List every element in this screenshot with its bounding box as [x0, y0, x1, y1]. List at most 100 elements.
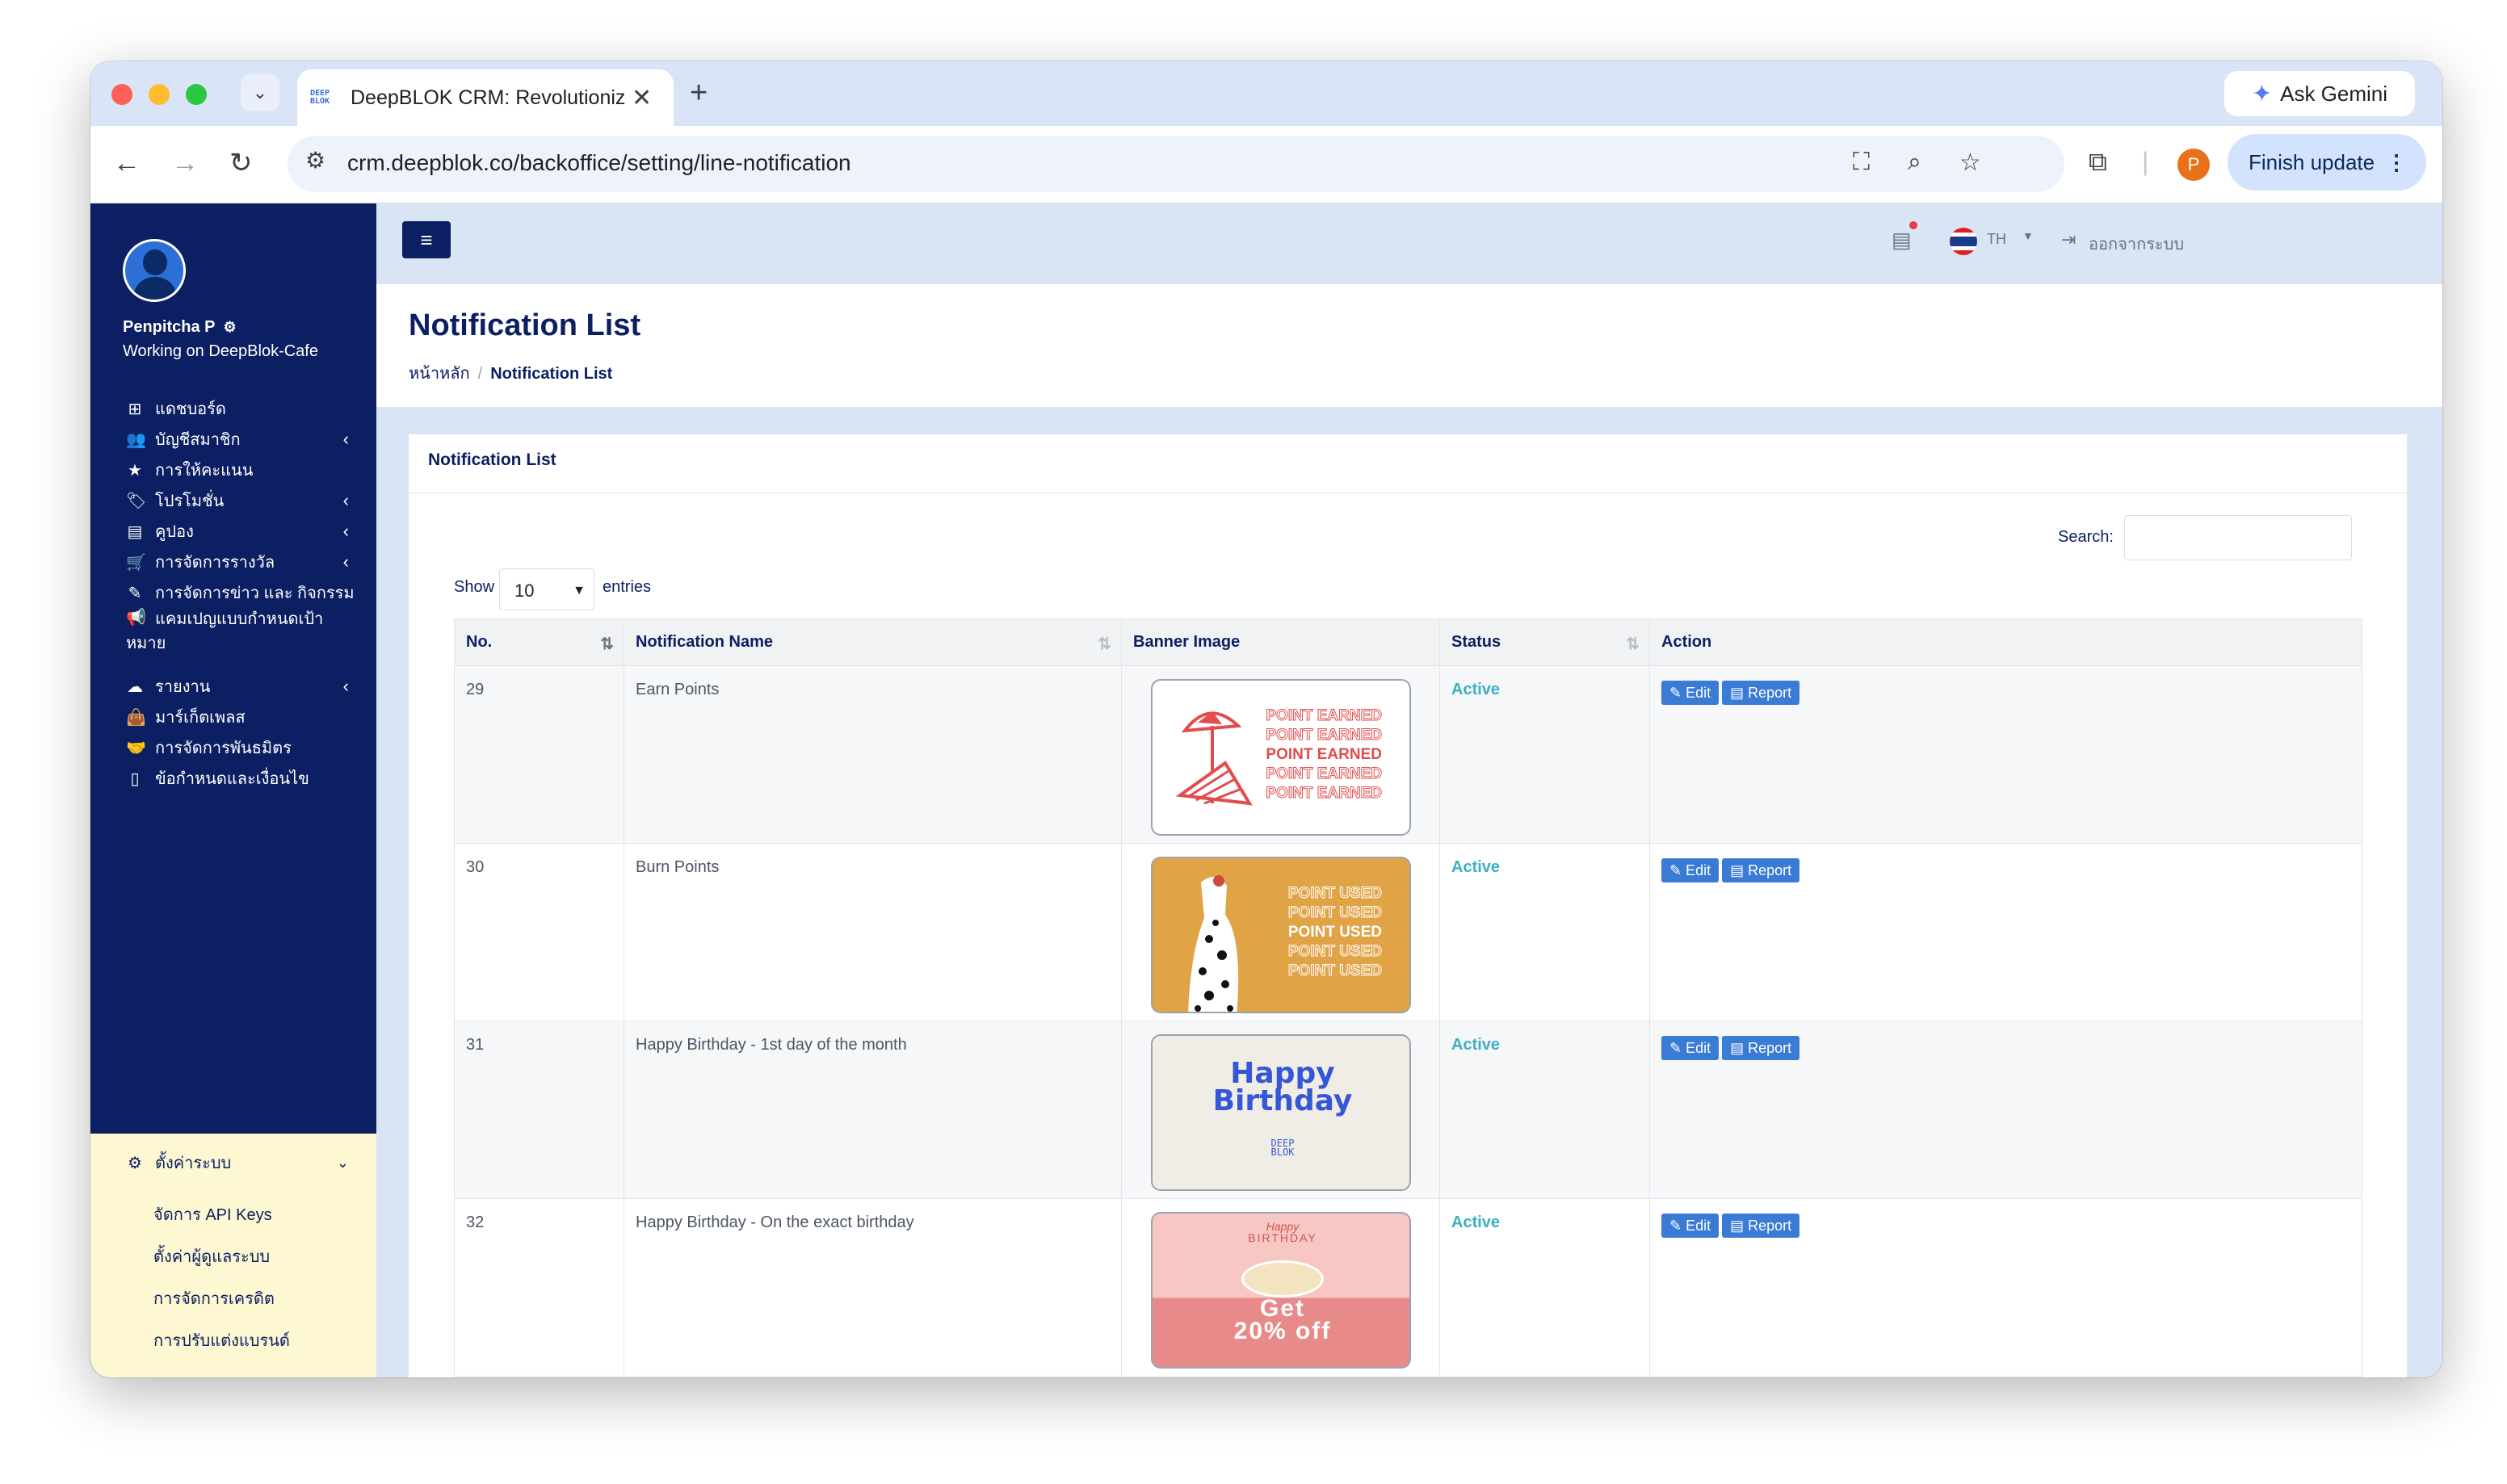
cell-action: ✎ Edit ▤ Report: [1649, 843, 2362, 1021]
banner-text: 20% off: [1233, 1318, 1332, 1344]
cell-status: Active: [1439, 1198, 1650, 1377]
profile-avatar[interactable]: P: [2177, 149, 2210, 181]
edit-button[interactable]: ✎ Edit: [1661, 681, 1720, 705]
deepblok-favicon: DEEP BLOK: [310, 89, 330, 106]
page-title: Notification List: [409, 308, 641, 342]
settings-sub-api-keys[interactable]: จัดการ API Keys: [153, 1201, 272, 1227]
gear-icon: ⚙: [128, 1154, 142, 1172]
content-area: Notification List Search: Show 10 ▼ entr…: [376, 407, 2442, 1377]
banner-text: POINT EARNED: [1266, 707, 1383, 725]
megaphone-icon: 📢: [126, 609, 146, 627]
cell-banner: Happy BIRTHDAY Get 20% off: [1121, 1198, 1440, 1377]
banner-image-birthday-month: Happy Birthday DEEP BLOK: [1151, 1034, 1411, 1191]
thai-flag-icon[interactable]: [1950, 228, 1977, 255]
table-row: 30 Burn Points POINT USED POINT USED POI…: [454, 843, 2362, 1021]
workspace-label: Working on DeepBlok-Cafe: [123, 342, 318, 360]
bookmark-star-icon[interactable]: ☆: [1959, 149, 1981, 177]
column-header-status[interactable]: Status ⇅: [1439, 618, 1650, 666]
banner-text: Get: [1259, 1295, 1305, 1322]
cell-name: Earn Points: [624, 665, 1122, 844]
page-length-value: 10: [514, 581, 535, 601]
forward-button[interactable]: →: [171, 147, 199, 179]
banner-text: Happy: [1230, 1057, 1335, 1090]
cell-action: ✎ Edit ▤ Report: [1649, 1021, 2362, 1199]
edit-icon: ✎: [1669, 862, 1686, 878]
banner-image-birthday-exact: Happy BIRTHDAY Get 20% off: [1151, 1212, 1411, 1369]
language-code[interactable]: TH: [1987, 231, 2006, 248]
zoom-icon[interactable]: ⌕: [1908, 149, 1921, 176]
cell-status: Active: [1439, 1021, 1650, 1199]
language-caret-icon[interactable]: ▼: [2022, 229, 2034, 242]
sidebar-item-label: ตั้งค่าระบบ: [155, 1155, 232, 1172]
status-badge: Active: [1451, 681, 1501, 698]
logout-link[interactable]: ออกจากระบบ: [2089, 231, 2184, 257]
zoom-window-button[interactable]: [186, 84, 207, 105]
close-tab-icon[interactable]: ✕: [632, 84, 652, 112]
chevron-left-icon: ‹: [342, 521, 349, 541]
address-bar[interactable]: ⚙ crm.deepblok.co/backoffice/setting/lin…: [288, 136, 2064, 192]
document-icon: ▯: [130, 769, 140, 788]
banner-image-burn-points: POINT USED POINT USED POINT USED POINT U…: [1151, 857, 1411, 1013]
settings-sub-admins[interactable]: ตั้งค่าผู้ดูแลระบบ: [153, 1243, 270, 1269]
breadcrumb-home-link[interactable]: หน้าหลัก: [409, 365, 470, 383]
site-settings-icon[interactable]: ⚙: [305, 147, 325, 174]
minimize-window-button[interactable]: [149, 84, 170, 105]
banner-image-earn-points: POINT EARNED POINT EARNED POINT EARNED P…: [1151, 679, 1411, 836]
report-button[interactable]: ▤ Report: [1722, 1214, 1800, 1238]
bag-icon: 👜: [126, 708, 146, 727]
extensions-icon[interactable]: ⧉: [2089, 147, 2107, 178]
hamburger-menu-button[interactable]: ≡: [402, 221, 451, 258]
user-settings-gear-icon[interactable]: ⚙: [223, 319, 236, 335]
banner-text: POINT EARNED: [1266, 785, 1383, 803]
sidebar-item-campaign[interactable]: 📢 แคมเปญแบบกำหนดเป้า หมาย: [90, 599, 376, 656]
new-tab-button[interactable]: +: [690, 78, 708, 108]
tab-search-button[interactable]: ⌄: [241, 74, 279, 111]
toolbar-divider: |: [2142, 147, 2149, 176]
chevron-down-icon: ⌄: [336, 1154, 349, 1171]
banner-birthday-text: Happy Birthday: [1153, 1057, 1409, 1116]
column-label: Banner Image: [1133, 633, 1241, 651]
newspaper-icon[interactable]: ▤: [1892, 228, 1912, 253]
report-button[interactable]: ▤ Report: [1722, 1036, 1800, 1060]
banner-text-stack: POINT USED POINT USED POINT USED POINT U…: [1287, 884, 1382, 981]
search-input[interactable]: [2124, 515, 2352, 560]
cell-no: 31: [454, 1021, 624, 1199]
reload-button[interactable]: ↻: [229, 147, 253, 179]
settings-sub-branding[interactable]: การปรับแต่งแบรนด์: [153, 1327, 290, 1353]
banner-text: POINT USED: [1287, 904, 1382, 922]
entries-label: entries: [603, 578, 652, 596]
sidebar-item-label: ข้อกำหนดและเงื่อนไข: [155, 770, 309, 788]
notification-list-card: Notification List Search: Show 10 ▼ entr…: [409, 434, 2407, 1377]
column-label: No.: [466, 633, 493, 651]
report-button[interactable]: ▤ Report: [1722, 681, 1800, 705]
finish-update-label: Finish update: [2249, 149, 2375, 174]
banner-text: POINT EARNED: [1266, 765, 1383, 783]
close-window-button[interactable]: [111, 84, 132, 105]
column-header-action: Action: [1649, 618, 2362, 666]
edit-button[interactable]: ✎ Edit: [1661, 1036, 1720, 1060]
column-header-name[interactable]: Notification Name ⇅: [624, 618, 1122, 666]
translate-icon[interactable]: ⛶: [1853, 149, 1870, 176]
back-button[interactable]: ←: [113, 147, 141, 179]
active-tab[interactable]: DEEP BLOK DeepBLOK CRM: Revolutioniz ✕: [297, 69, 674, 126]
edit-button[interactable]: ✎ Edit: [1661, 858, 1720, 882]
user-avatar[interactable]: [123, 239, 186, 302]
report-icon: ▤: [1730, 685, 1749, 701]
column-header-no[interactable]: No. ⇅: [454, 618, 624, 666]
edit-button[interactable]: ✎ Edit: [1661, 1214, 1720, 1238]
sidebar-item-terms[interactable]: ▯ ข้อกำหนดและเงื่อนไข: [90, 757, 376, 799]
report-label: Report: [1748, 685, 1792, 701]
page-length-select[interactable]: 10 ▼: [499, 568, 594, 610]
browser-toolbar: ← → ↻ ⚙ crm.deepblok.co/backoffice/setti…: [90, 126, 2442, 203]
sort-icon: ⇅: [1098, 635, 1111, 653]
settings-sub-credits[interactable]: การจัดการเครดิต: [153, 1285, 275, 1311]
banner-text: BIRTHDAY: [1248, 1231, 1317, 1244]
report-button[interactable]: ▤ Report: [1722, 858, 1800, 882]
sidebar-item-settings[interactable]: ⚙ ตั้งค่าระบบ ⌄: [90, 1142, 376, 1184]
logout-icon[interactable]: ⇥: [2061, 229, 2076, 250]
ask-gemini-button[interactable]: ✦ Ask Gemini: [2224, 71, 2415, 116]
finish-update-button[interactable]: Finish update ⋮: [2228, 134, 2426, 191]
cell-name: Burn Points: [624, 843, 1122, 1021]
table-row: 32 Happy Birthday - On the exact birthda…: [454, 1198, 2362, 1377]
banner-text: POINT USED: [1287, 885, 1382, 903]
